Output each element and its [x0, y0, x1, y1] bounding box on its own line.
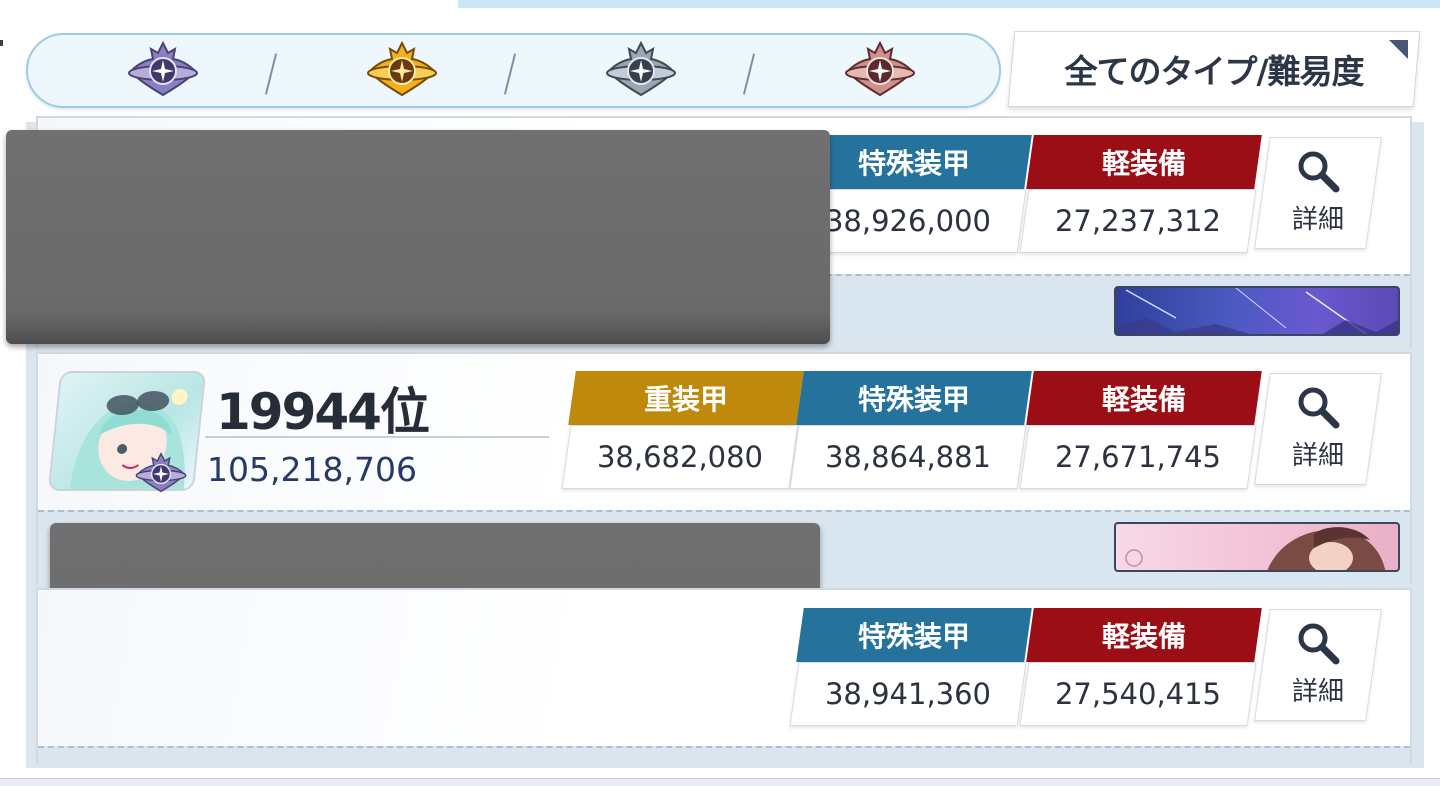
- detail-button[interactable]: 詳細: [1254, 373, 1382, 485]
- dropdown-corner-icon: [1389, 40, 1408, 59]
- edge-mark: [0, 40, 3, 46]
- detail-label: 詳細: [1291, 677, 1344, 707]
- detail-button[interactable]: 詳細: [1254, 609, 1382, 721]
- gold-class-emblem-icon[interactable]: [362, 41, 442, 101]
- top-accent-stripe: [458, 0, 1440, 8]
- special-armor-score: 38,941,360: [824, 677, 992, 711]
- special-armor-score-cell: 特殊装甲 38,926,000: [789, 135, 1032, 261]
- player-banner: [1114, 522, 1400, 572]
- special-armor-header: 特殊装甲: [857, 620, 970, 653]
- special-armor-score-cell: 特殊装甲 38,864,881: [789, 371, 1032, 497]
- detail-button[interactable]: 詳細: [1254, 137, 1382, 249]
- light-armor-header: 軽装備: [1101, 147, 1186, 180]
- search-icon: [1298, 387, 1340, 429]
- light-armor-score: 27,671,745: [1054, 440, 1222, 474]
- separator: [264, 53, 278, 95]
- special-armor-header: 特殊装甲: [857, 147, 970, 180]
- bronze-class-emblem-icon[interactable]: [840, 41, 920, 101]
- heavy-armor-score: 38,682,080: [596, 440, 764, 474]
- search-icon: [1298, 623, 1340, 665]
- light-armor-header: 軽装備: [1101, 620, 1186, 653]
- detail-label: 詳細: [1291, 205, 1344, 235]
- search-icon: [1298, 151, 1340, 193]
- light-armor-score-cell: 軽装備 27,540,415: [1019, 608, 1262, 734]
- bottom-bar: [0, 778, 1440, 786]
- heavy-armor-header: 重装甲: [643, 383, 728, 416]
- heavy-armor-score-cell: 重装甲 38,682,080: [561, 371, 804, 497]
- player-banner: [1114, 286, 1400, 336]
- type-difficulty-dropdown[interactable]: [1007, 31, 1421, 107]
- light-armor-score: 27,540,415: [1054, 677, 1222, 711]
- purple-class-emblem-icon[interactable]: [123, 41, 203, 101]
- light-armor-header: 軽装備: [1101, 383, 1186, 416]
- light-armor-score-cell: 軽装備 27,671,745: [1019, 371, 1262, 497]
- purple-class-emblem-icon: [135, 452, 187, 493]
- divider: [205, 436, 549, 438]
- special-armor-score: 38,864,881: [824, 440, 992, 474]
- light-armor-score-cell: 軽装備 27,237,312: [1019, 135, 1262, 261]
- silver-class-emblem-icon[interactable]: [601, 41, 681, 101]
- rank-label: 19944位: [216, 383, 430, 441]
- redacted-block: [6, 130, 830, 344]
- detail-label: 詳細: [1291, 441, 1344, 471]
- total-score: 105,218,706: [207, 450, 417, 489]
- special-armor-score-cell: 特殊装甲 38,941,360: [789, 608, 1032, 734]
- class-filter-bar: [26, 33, 1001, 108]
- special-armor-header: 特殊装甲: [857, 383, 970, 416]
- light-armor-score: 27,237,312: [1054, 204, 1222, 238]
- separator: [503, 53, 517, 95]
- separator: [742, 53, 756, 95]
